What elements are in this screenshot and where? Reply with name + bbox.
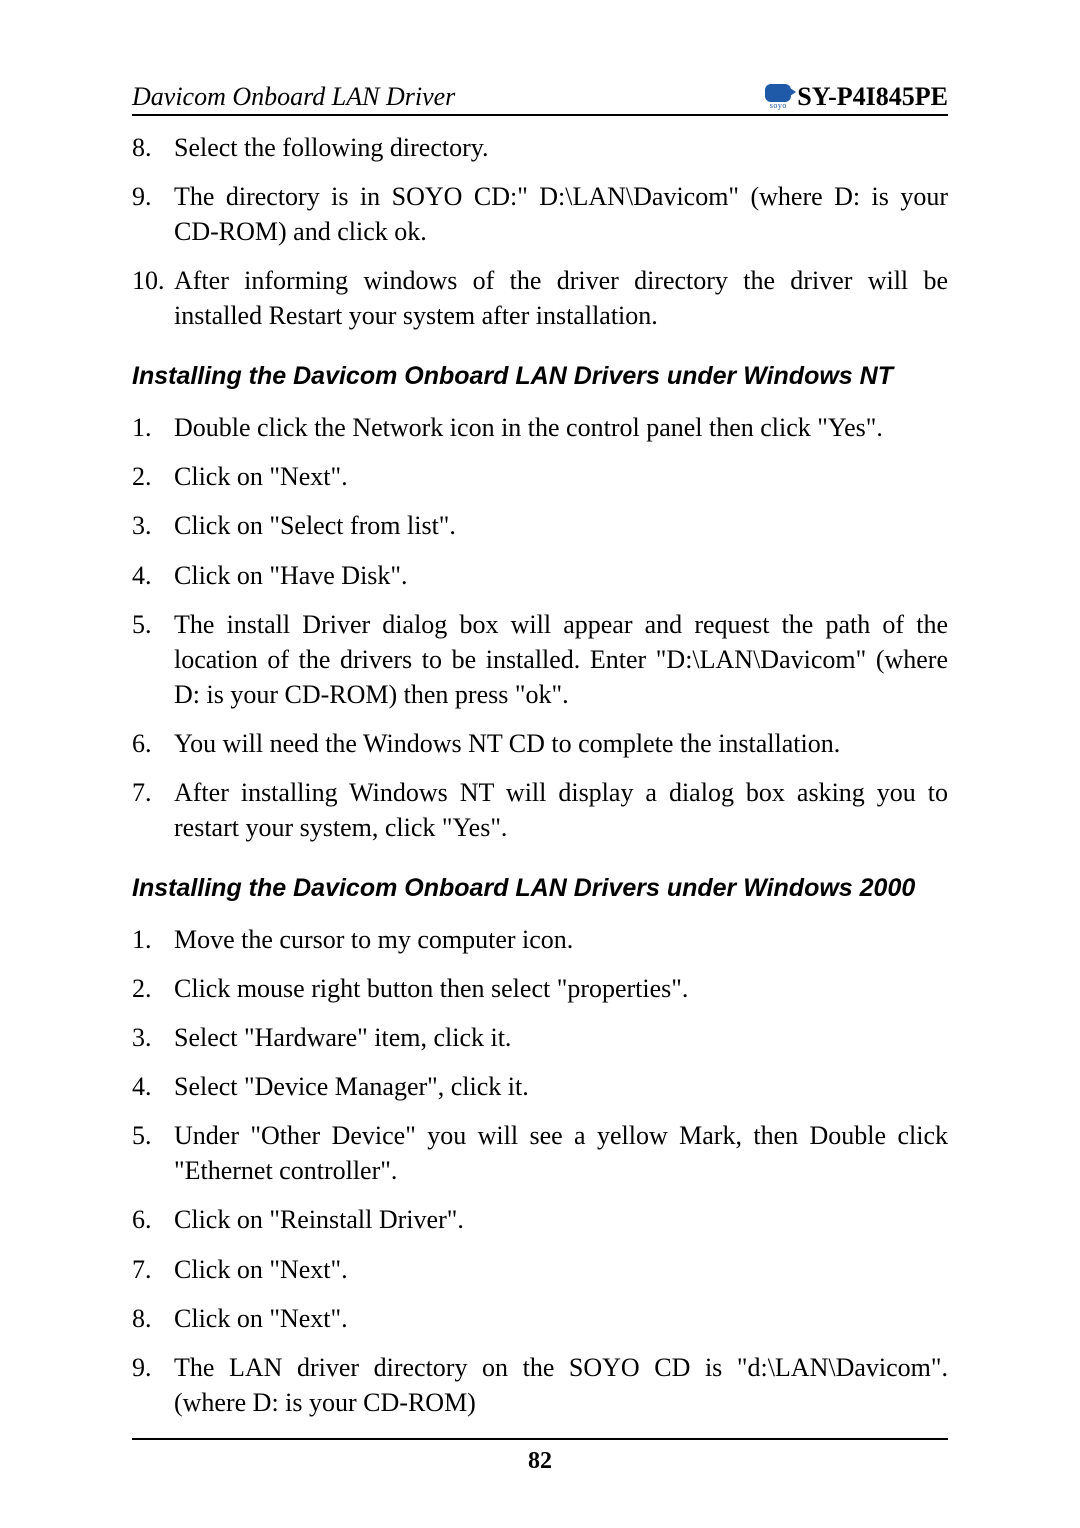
soyo-logo-icon: soyo	[765, 84, 791, 110]
section-heading-nt: Installing the Davicom Onboard LAN Drive…	[132, 357, 948, 396]
list-text: Select the following directory.	[174, 130, 948, 165]
list-item: 8. Select the following directory.	[132, 130, 948, 165]
list-item: 6. Click on "Reinstall Driver".	[132, 1202, 948, 1237]
list-text: After installing Windows NT will display…	[174, 775, 948, 845]
list-number: 3.	[132, 508, 174, 543]
list-item: 3. Click on "Select from list".	[132, 508, 948, 543]
list-text: Click mouse right button then select "pr…	[174, 971, 948, 1006]
list-item: 9. The LAN driver directory on the SOYO …	[132, 1350, 948, 1420]
list-item: 5. The install Driver dialog box will ap…	[132, 607, 948, 712]
list-text: You will need the Windows NT CD to compl…	[174, 726, 948, 761]
list-text: Click on "Select from list".	[174, 508, 948, 543]
list-number: 3.	[132, 1020, 174, 1055]
cont-list: 8. Select the following directory. 9. Th…	[132, 130, 948, 333]
list-text: Click on "Next".	[174, 1301, 948, 1336]
list-number: 5.	[132, 1118, 174, 1188]
list-number: 9.	[132, 1350, 174, 1420]
header-right: soyo SY-P4I845PE	[765, 82, 948, 112]
list-number: 7.	[132, 1252, 174, 1287]
list-item: 3. Select "Hardware" item, click it.	[132, 1020, 948, 1055]
list-item: 4. Select "Device Manager", click it.	[132, 1069, 948, 1104]
page-number: 82	[132, 1448, 948, 1475]
list-text: Select "Device Manager", click it.	[174, 1069, 948, 1104]
list-text: Select "Hardware" item, click it.	[174, 1020, 948, 1055]
list-text: The directory is in SOYO CD:" D:\LAN\Dav…	[174, 179, 948, 249]
list-item: 2. Click mouse right button then select …	[132, 971, 948, 1006]
list-number: 6.	[132, 726, 174, 761]
list-item: 1. Move the cursor to my computer icon.	[132, 922, 948, 957]
list-item: 5. Under "Other Device" you will see a y…	[132, 1118, 948, 1188]
list-text: Move the cursor to my computer icon.	[174, 922, 948, 957]
header-model: SY-P4I845PE	[797, 82, 948, 112]
list-number: 10.	[132, 263, 174, 333]
w2000-list: 1. Move the cursor to my computer icon. …	[132, 922, 948, 1420]
section-heading-2000: Installing the Davicom Onboard LAN Drive…	[132, 869, 948, 908]
list-text: The LAN driver directory on the SOYO CD …	[174, 1350, 948, 1420]
list-number: 4.	[132, 558, 174, 593]
list-item: 6. You will need the Windows NT CD to co…	[132, 726, 948, 761]
list-number: 6.	[132, 1202, 174, 1237]
list-text: Click on "Have Disk".	[174, 558, 948, 593]
list-text: Double click the Network icon in the con…	[174, 410, 948, 445]
list-number: 2.	[132, 971, 174, 1006]
footer-rule	[132, 1438, 948, 1440]
list-number: 7.	[132, 775, 174, 845]
list-item: 2. Click on "Next".	[132, 459, 948, 494]
list-item: 9. The directory is in SOYO CD:" D:\LAN\…	[132, 179, 948, 249]
header-left: Davicom Onboard LAN Driver	[132, 82, 455, 112]
list-item: 4. Click on "Have Disk".	[132, 558, 948, 593]
list-number: 8.	[132, 1301, 174, 1336]
list-text: After informing windows of the driver di…	[174, 263, 948, 333]
list-item: 10. After informing windows of the drive…	[132, 263, 948, 333]
list-item: 7. After installing Windows NT will disp…	[132, 775, 948, 845]
logo-text: soyo	[770, 102, 787, 110]
list-text: Under "Other Device" you will see a yell…	[174, 1118, 948, 1188]
list-text: Click on "Next".	[174, 459, 948, 494]
list-number: 4.	[132, 1069, 174, 1104]
list-text: Click on "Reinstall Driver".	[174, 1202, 948, 1237]
list-number: 8.	[132, 130, 174, 165]
list-text: The install Driver dialog box will appea…	[174, 607, 948, 712]
list-item: 8. Click on "Next".	[132, 1301, 948, 1336]
page-header: Davicom Onboard LAN Driver soyo SY-P4I84…	[132, 82, 948, 116]
list-item: 1. Double click the Network icon in the …	[132, 410, 948, 445]
nt-list: 1. Double click the Network icon in the …	[132, 410, 948, 845]
list-number: 2.	[132, 459, 174, 494]
page: Davicom Onboard LAN Driver soyo SY-P4I84…	[0, 0, 1080, 1525]
list-number: 1.	[132, 410, 174, 445]
list-number: 1.	[132, 922, 174, 957]
list-text: Click on "Next".	[174, 1252, 948, 1287]
list-number: 9.	[132, 179, 174, 249]
list-item: 7. Click on "Next".	[132, 1252, 948, 1287]
list-number: 5.	[132, 607, 174, 712]
